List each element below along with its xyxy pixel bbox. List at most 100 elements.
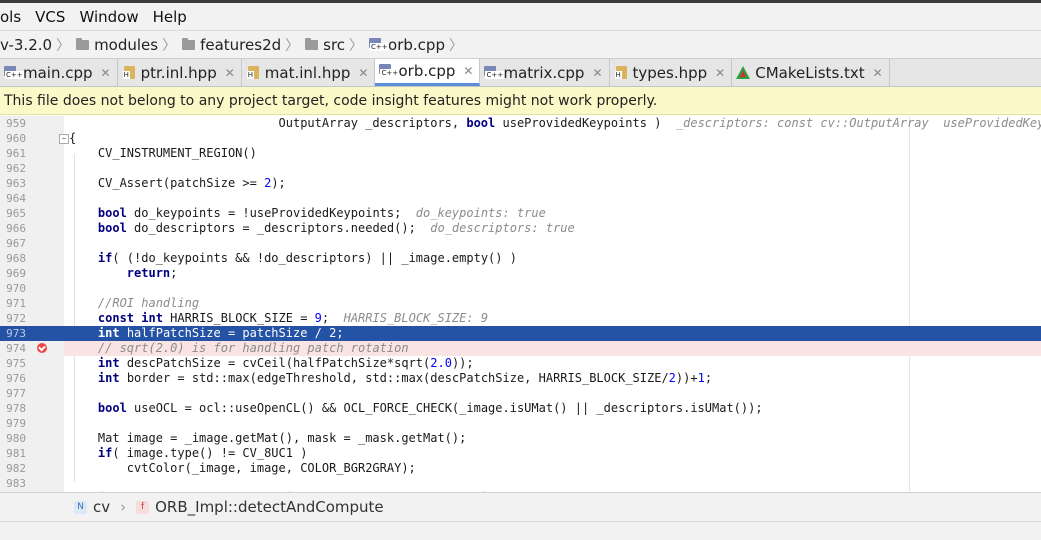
tab-label: types.hpp [632, 63, 708, 82]
line-number: 983 [6, 477, 26, 490]
code-text: CV_Assert(patchSize >= 2); [69, 176, 286, 190]
menu-tools[interactable]: ols [0, 8, 21, 26]
code-text: CV_INSTRUMENT_REGION() [69, 146, 257, 160]
tab-label: ptr.inl.hpp [140, 63, 217, 82]
code-line[interactable]: 970 [0, 281, 1041, 296]
code-line[interactable]: 971 //ROI handling [0, 296, 1041, 311]
line-number: 969 [6, 267, 26, 280]
code-text: return; [126, 266, 178, 280]
close-icon[interactable]: ✕ [101, 66, 111, 80]
header-file-icon: H [614, 65, 629, 80]
line-number: 971 [6, 297, 26, 310]
banner-text: This file does not belong to any project… [4, 92, 658, 109]
tab-cmakelists[interactable]: CMakeLists.txt ✕ [732, 59, 890, 86]
code-line[interactable]: 973 int halfPatchSize = patchSize / 2; [0, 326, 1041, 341]
code-line[interactable]: 969 return; [0, 266, 1041, 281]
close-icon[interactable]: ✕ [358, 66, 368, 80]
breadcrumb-item-modules[interactable]: modules 〉 [76, 35, 182, 55]
menu-help[interactable]: Help [153, 8, 187, 26]
code-line[interactable]: 976 int border = std::max(edgeThreshold,… [0, 371, 1041, 386]
breadcrumb-label: orb.cpp [388, 35, 445, 54]
code-line[interactable]: 975 int descPatchSize = cvCeil(halfPatch… [0, 356, 1041, 371]
code-line[interactable]: 966 bool do_descriptors = _descriptors.n… [0, 221, 1041, 236]
code-line[interactable]: 972 const int HARRIS_BLOCK_SIZE = 9; HAR… [0, 311, 1041, 326]
cmake-icon [736, 66, 751, 79]
tab-label: mat.inl.hpp [264, 63, 351, 82]
breakpoint-icon[interactable] [37, 343, 47, 353]
line-number: 966 [6, 222, 26, 235]
breadcrumb-item-orb-cpp[interactable]: C++ orb.cpp 〉 [369, 35, 469, 55]
line-number: 982 [6, 462, 26, 475]
close-icon[interactable]: ✕ [463, 64, 473, 78]
code-text: // sqrt(2.0) is for handling patch rotat… [97, 341, 409, 355]
chevron-right-icon: › [120, 498, 127, 516]
code-line[interactable]: 965 bool do_keypoints = !useProvidedKeyp… [0, 206, 1041, 221]
breadcrumb-item-project[interactable]: v-3.2.0 〉 [0, 35, 76, 55]
close-icon[interactable]: ✕ [873, 66, 883, 80]
code-line[interactable]: 963 CV_Assert(patchSize >= 2); [0, 176, 1041, 191]
code-editor[interactable]: 959 OutputArray _descriptors, bool usePr… [0, 116, 1041, 492]
menu-window[interactable]: Window [79, 8, 138, 26]
code-line[interactable]: 961 CV_INSTRUMENT_REGION() [0, 146, 1041, 161]
chevron-right-icon: 〉 [448, 37, 463, 54]
namespace-crumb[interactable]: cv [93, 498, 110, 516]
menu-vcs[interactable]: VCS [35, 8, 65, 26]
code-line[interactable]: 960 −{ [0, 131, 1041, 146]
line-number: 975 [6, 357, 26, 370]
chevron-right-icon: 〉 [162, 37, 177, 54]
code-line[interactable]: 983 [0, 476, 1041, 491]
folder-icon [182, 37, 196, 50]
breadcrumb-item-src[interactable]: src 〉 [305, 35, 369, 55]
tab-label: orb.cpp [398, 62, 456, 80]
editor-tab-bar: C++ main.cpp ✕ H ptr.inl.hpp ✕ H mat.inl… [0, 59, 1041, 87]
tab-types-hpp[interactable]: H types.hpp ✕ [610, 59, 733, 86]
tab-ptr-inl-hpp[interactable]: H ptr.inl.hpp ✕ [118, 59, 242, 86]
line-number: 976 [6, 372, 26, 385]
menu-bar: ols VCS Window Help [0, 3, 1041, 31]
code-line[interactable]: 964 [0, 191, 1041, 206]
code-text: int halfPatchSize = patchSize / 2; [97, 326, 344, 340]
tab-orb-cpp[interactable]: C++ orb.cpp ✕ [375, 59, 481, 86]
code-text: bool do_keypoints = !useProvidedKeypoint… [97, 206, 546, 220]
tab-main-cpp[interactable]: C++ main.cpp ✕ [0, 59, 118, 86]
code-line[interactable]: 962 [0, 161, 1041, 176]
code-text: { [69, 131, 77, 145]
code-line[interactable]: 982 cvtColor(_image, image, COLOR_BGR2GR… [0, 461, 1041, 476]
close-icon[interactable]: ✕ [225, 66, 235, 80]
code-text: OutputArray _descriptors, bool useProvid… [69, 116, 1041, 130]
fold-icon[interactable]: − [59, 134, 69, 144]
code-text: if( image.type() != CV_8UC1 ) [97, 446, 308, 460]
tab-matrix-cpp[interactable]: C++ matrix.cpp ✕ [480, 59, 610, 86]
tab-label: CMakeLists.txt [755, 63, 865, 82]
chevron-right-icon: 〉 [349, 37, 364, 54]
code-line[interactable]: 968 if( (!do_keypoints && !do_descriptor… [0, 251, 1041, 266]
code-text: int descPatchSize = cvCeil(halfPatchSize… [97, 356, 474, 370]
code-line[interactable]: 977 [0, 386, 1041, 401]
code-line[interactable]: 981 if( image.type() != CV_8UC1 ) [0, 446, 1041, 461]
cpp-file-icon: C++ [484, 65, 505, 80]
code-line[interactable]: 959 OutputArray _descriptors, bool usePr… [0, 116, 1041, 131]
code-line[interactable]: 978 bool useOCL = ocl::useOpenCL() && OC… [0, 401, 1041, 416]
code-line[interactable]: 979 [0, 416, 1041, 431]
line-number: 964 [6, 192, 26, 205]
code-line[interactable]: 967 [0, 236, 1041, 251]
line-number: 978 [6, 402, 26, 415]
close-icon[interactable]: ✕ [592, 66, 602, 80]
cpp-file-icon: C++ [4, 65, 24, 80]
function-crumb[interactable]: ORB_Impl::detectAndCompute [155, 498, 384, 516]
namespace-icon: N [74, 500, 87, 514]
header-file-icon: H [122, 65, 137, 80]
chevron-right-icon: 〉 [56, 37, 71, 54]
line-number: 959 [6, 117, 26, 130]
breadcrumb-label: src [323, 35, 346, 54]
breadcrumb-label: v-3.2.0 [0, 35, 53, 54]
close-icon[interactable]: ✕ [715, 66, 725, 80]
code-line[interactable]: 980 Mat image = _image.getMat(), mask = … [0, 431, 1041, 446]
folder-icon [76, 37, 90, 50]
line-number: 973 [6, 327, 26, 340]
code-line[interactable]: 974 // sqrt(2.0) is for handling patch r… [0, 341, 1041, 356]
tab-label: matrix.cpp [503, 63, 585, 82]
tab-mat-inl-hpp[interactable]: H mat.inl.hpp ✕ [242, 59, 376, 86]
breadcrumb-item-features2d[interactable]: features2d 〉 [182, 35, 305, 55]
code-text: bool do_descriptors = _descriptors.neede… [97, 221, 575, 235]
